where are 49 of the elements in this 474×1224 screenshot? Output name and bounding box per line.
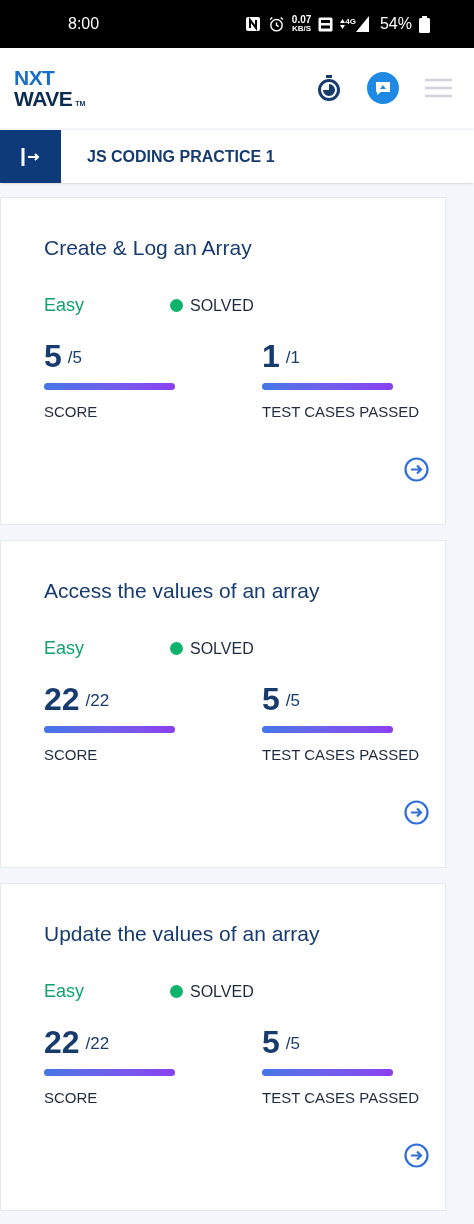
battery-percent: 54% [379,14,412,34]
score-total: /1 [285,348,300,366]
difficulty-label: Easy [44,637,86,660]
page-title: JS CODING PRACTICE 1 [87,146,275,167]
problem-title: Update the values of an array [44,921,321,947]
data-arrows-icon [340,19,346,29]
score-value: 22 [44,682,80,715]
chat-icon[interactable] [367,72,399,104]
stat-label: SCORE [44,1087,99,1108]
expand-icon [20,147,41,166]
score-total: /22 [85,691,110,709]
problem-title: Create & Log an Array [44,235,253,261]
score-value: 5 [262,682,280,715]
network-speed: 0.07 [291,15,312,25]
score-total: /22 [85,1034,110,1052]
stat-label: TEST CASES PASSED [262,744,420,765]
problem-title: Access the values of an array [44,578,321,604]
problem-card[interactable]: Create & Log an Array Easy SOLVED 5 /5 SCORE 1 /1 TEST CASES PASSED [0,197,446,525]
alarm-icon [267,15,285,33]
battery-icon [419,15,430,33]
score-value: 5 [44,339,62,372]
score-value: 22 [44,1025,80,1058]
nfc-icon [244,16,261,32]
stat-label: TEST CASES PASSED [262,401,420,422]
problem-card[interactable]: Update the values of an array Easy SOLVED 22 /22 SCORE 5 /5 TEST CASES PASSED [0,883,446,1211]
score-total: /5 [285,1034,300,1052]
arrow-circle-icon[interactable] [404,1143,429,1168]
sidebar-toggle-button[interactable] [0,130,61,183]
arrow-circle-icon[interactable] [404,800,429,825]
stat-label: TEST CASES PASSED [262,1087,420,1108]
status-label: SOLVED [190,638,254,659]
stat-label: SCORE [44,744,99,765]
score-total: /5 [67,348,82,366]
stopwatch-icon[interactable] [317,75,341,101]
score-value: 1 [262,339,280,372]
score-value: 5 [262,1025,280,1058]
volte-icon [318,16,334,32]
stat-label: SCORE [44,401,99,422]
score-total: /5 [285,691,300,709]
arrow-circle-icon[interactable] [404,457,429,482]
problem-card[interactable]: Access the values of an array Easy SOLVED 22 /22 SCORE 5 /5 TEST CASES PASSED [0,540,446,868]
difficulty-label: Easy [44,980,86,1003]
status-time: 8:00 [68,14,100,34]
status-label: SOLVED [190,295,254,316]
difficulty-label: Easy [44,294,86,317]
signal-icon [355,16,369,32]
speed-unit: KB/S [292,25,312,33]
status-label: SOLVED [190,981,254,1002]
network-type: 4G [345,16,356,28]
